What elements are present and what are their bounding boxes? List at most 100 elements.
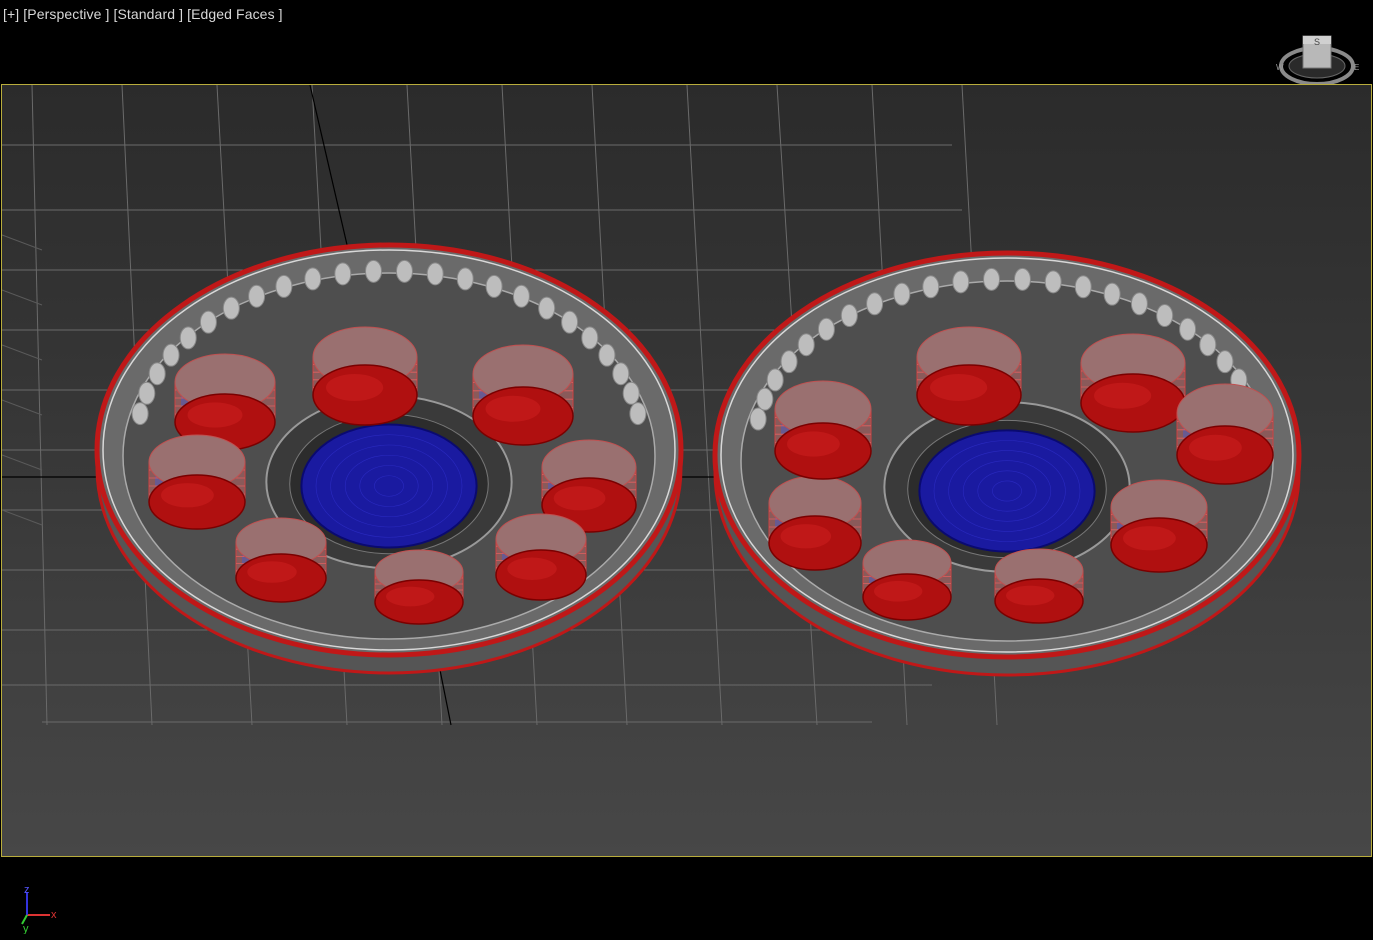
cage-hole — [766, 368, 784, 392]
cage-hole — [749, 407, 767, 431]
cage-hole — [866, 292, 884, 316]
cage-hole — [952, 270, 970, 294]
roller[interactable] — [916, 326, 1022, 426]
cage-hole — [1044, 270, 1062, 294]
cage-hole — [248, 284, 266, 308]
cage-hole — [304, 267, 322, 291]
roller-highlight — [326, 374, 384, 401]
cage-hole — [334, 262, 352, 286]
roller-highlight — [507, 557, 557, 580]
bearing-left[interactable] — [94, 242, 684, 675]
grid-line — [31, 85, 48, 726]
grid-line — [2, 289, 43, 306]
cage-hole — [365, 259, 383, 283]
cage-hole — [622, 381, 640, 405]
roller[interactable] — [994, 548, 1084, 624]
viewcube-south-label: S — [1314, 37, 1320, 47]
cage-hole — [893, 282, 911, 306]
cage-hole — [538, 296, 556, 320]
roller[interactable] — [148, 434, 246, 530]
roller-highlight — [787, 431, 840, 457]
cage-hole — [426, 262, 444, 286]
roller[interactable] — [312, 326, 418, 426]
roller[interactable] — [862, 539, 952, 621]
hub-face — [300, 423, 478, 549]
bearing-right[interactable] — [712, 250, 1302, 677]
cage-hole — [797, 333, 815, 357]
cage-hole — [612, 362, 630, 386]
cage-hole — [395, 259, 413, 283]
roller-highlight — [485, 395, 541, 422]
roller-highlight — [1094, 382, 1152, 409]
viewport-label: [+] [Perspective ] [Standard ] [Edged Fa… — [3, 6, 283, 22]
roller-highlight — [187, 402, 243, 428]
hub-face — [918, 429, 1096, 553]
cage-hole — [1074, 275, 1092, 299]
cage-hole — [756, 387, 774, 411]
cage-hole — [840, 304, 858, 328]
roller-highlight — [386, 586, 435, 607]
cage-hole — [131, 402, 149, 426]
perspective-viewport[interactable] — [1, 84, 1372, 857]
roller-highlight — [247, 561, 297, 583]
cage-hole — [138, 381, 156, 405]
cage-hole — [922, 275, 940, 299]
viewport-display-menu[interactable]: [Edged Faces ] — [187, 6, 283, 22]
axis-y-label: y — [23, 923, 29, 934]
roller[interactable] — [495, 513, 587, 601]
viewcube-west-label: W — [1276, 63, 1284, 72]
cage-hole — [629, 402, 647, 426]
cage-hole — [598, 343, 616, 367]
cage-hole — [1103, 282, 1121, 306]
roller[interactable] — [472, 344, 574, 446]
cage-hole — [1013, 267, 1031, 291]
roller[interactable] — [1176, 383, 1274, 485]
grid-line — [2, 399, 43, 416]
viewcube-east-label: E — [1354, 63, 1359, 72]
viewport-view-menu[interactable]: [Perspective ] — [23, 6, 109, 22]
cage-hole — [485, 274, 503, 298]
cage-hole — [179, 326, 197, 350]
cage-hole — [780, 350, 798, 374]
cage-hole — [1130, 292, 1148, 316]
grid-line — [686, 85, 723, 726]
grid-line — [2, 344, 43, 361]
roller-highlight — [1005, 585, 1055, 606]
grid-line — [2, 509, 43, 526]
scene-canvas[interactable] — [2, 85, 1371, 856]
cage-hole — [817, 317, 835, 341]
cage-hole — [1199, 333, 1217, 357]
cage-hole — [275, 274, 293, 298]
axis-x-label: x — [51, 909, 57, 921]
roller[interactable] — [774, 380, 872, 480]
roller-highlight — [874, 580, 923, 602]
cage-hole — [512, 284, 530, 308]
cage-hole — [1179, 317, 1197, 341]
roller-highlight — [780, 524, 832, 549]
cage-hole — [1216, 350, 1234, 374]
cage-hole — [581, 326, 599, 350]
roller[interactable] — [768, 475, 862, 571]
bearing-models[interactable] — [94, 242, 1302, 677]
cage-hole — [456, 267, 474, 291]
viewport-menu-button[interactable]: [+] — [3, 6, 19, 22]
cage-hole — [983, 267, 1001, 291]
cage-hole — [199, 310, 217, 334]
roller[interactable] — [1110, 479, 1208, 573]
cage-hole — [162, 343, 180, 367]
roller-highlight — [1123, 526, 1176, 551]
roller-highlight — [930, 374, 988, 401]
axis-z-label: z — [24, 884, 30, 896]
cage-hole — [148, 362, 166, 386]
roller-highlight — [553, 486, 606, 511]
roller[interactable] — [235, 517, 327, 603]
roller[interactable] — [1080, 333, 1186, 433]
cage-hole — [1156, 304, 1174, 328]
viewport-shading-menu[interactable]: [Standard ] — [113, 6, 183, 22]
roller[interactable] — [374, 549, 464, 625]
cage-hole — [222, 296, 240, 320]
roller-highlight — [161, 483, 214, 508]
roller-highlight — [1189, 434, 1242, 461]
xyz-axis-tripod-icon: x z y — [21, 884, 57, 934]
grid-line — [2, 454, 43, 471]
